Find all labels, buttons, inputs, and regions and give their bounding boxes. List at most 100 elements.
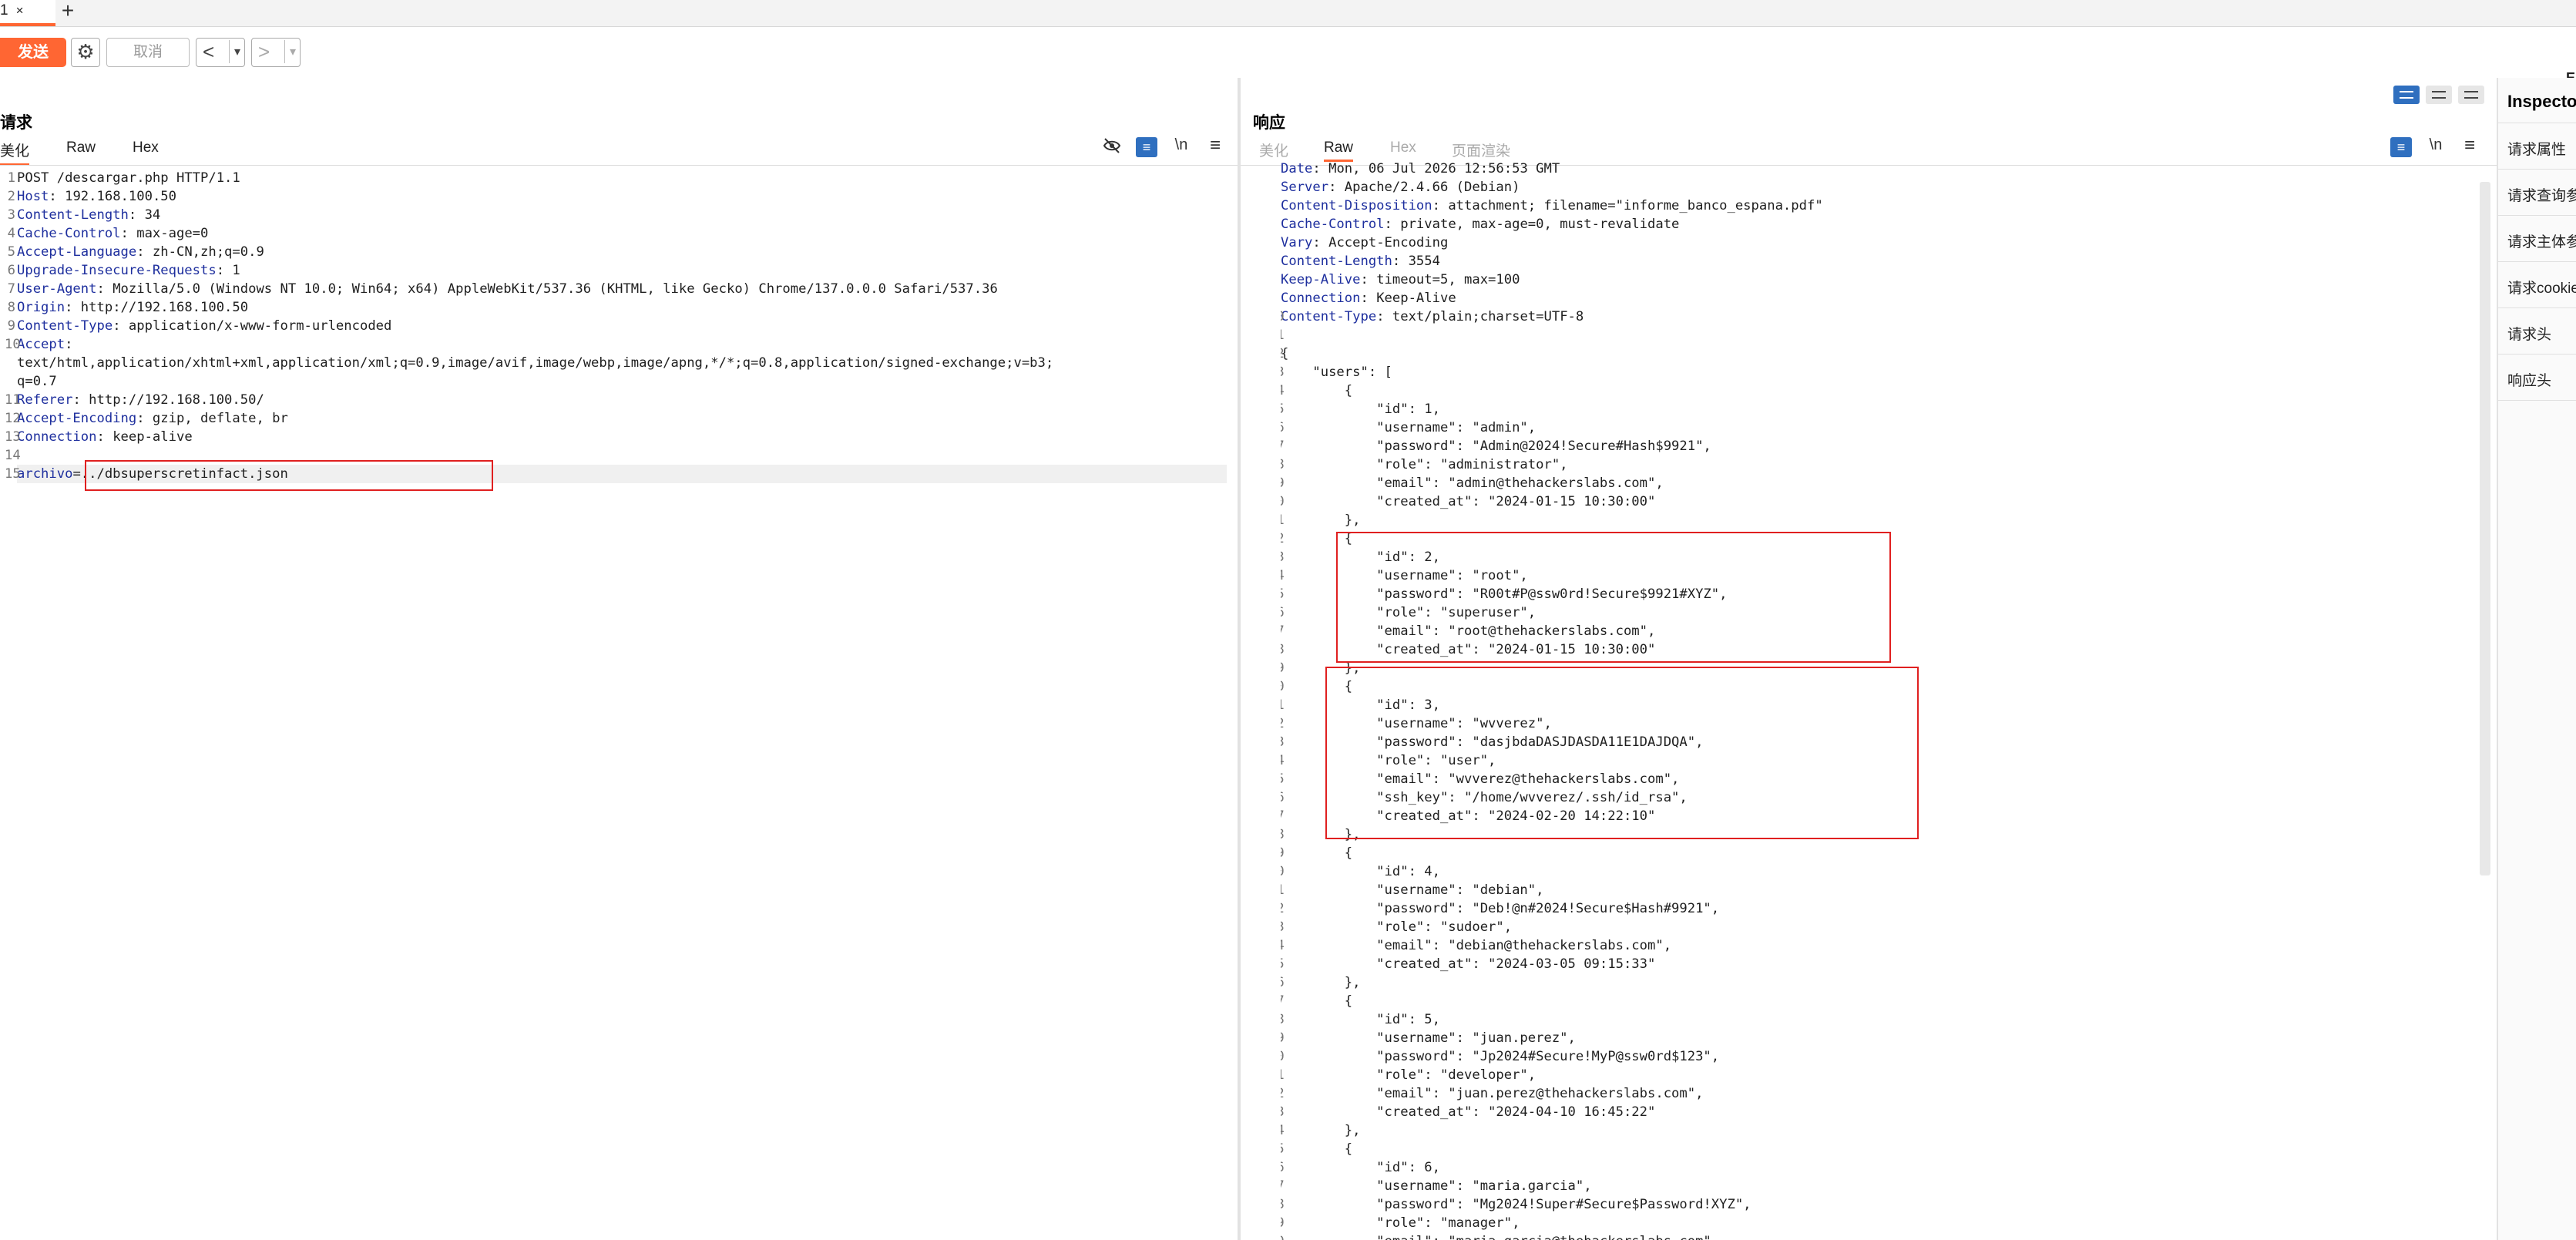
cancel-button[interactable]: 取消 [106,38,190,67]
wrap-lines-icon[interactable]: ≡ [1136,137,1157,157]
divider [0,165,1238,166]
colon: : [136,244,145,260]
layout-tabs-icon[interactable] [2458,86,2484,104]
tab-hex[interactable]: Hex [133,139,159,156]
header-name: Cache-Control [1281,217,1385,232]
line-number: 1 [7,170,15,186]
response-title: 响应 [1253,114,1285,132]
request-tab-1[interactable]: 1 × [0,0,55,26]
line-number: 8 [7,300,15,315]
line-text: POST /descargar.php HTTP/1.1 [17,170,240,186]
colon: : [96,281,105,297]
inspector-request-cookies[interactable]: 请求cookie [2507,277,2576,297]
tab-raw[interactable]: Raw [66,139,96,156]
wrap-lines-icon[interactable]: ≡ [2390,137,2412,157]
code-line: 4Content-Disposition: attachment; filena… [1281,197,2475,215]
inspector-body-params[interactable]: 请求主体参数 [2507,230,2576,251]
header-name: Accept-Language [17,244,137,260]
header-name: Content-Length [1281,254,1392,269]
inspector-request-headers[interactable]: 请求头 [2507,323,2551,344]
inspector-response-headers[interactable]: 响应头 [2507,369,2551,390]
inspector-query-params[interactable]: 请求查询参数 [2507,184,2576,205]
send-button[interactable]: 发送 [0,38,66,67]
line-text: attachment; filename="informe_banco_espa… [1439,198,1823,213]
line-text: { [1281,845,1353,861]
code-line: 19 "email": "admin@thehackerslabs.com", [1281,474,2475,492]
code-line: 8 Origin: http://192.168.100.50 [8,298,1227,317]
inspector-title: Inspector [2507,92,2576,111]
colon: : [1312,161,1321,176]
line-number: 13 [5,429,21,445]
line-text: "email": "admin@thehackerslabs.com", [1281,476,1664,491]
line-text: "password": "Deb!@n#2024!Secure$Hash#992… [1281,901,1720,916]
line-text: "role": "administrator", [1281,457,1568,472]
line-text: application/x-www-form-urlencoded [120,318,392,334]
colon: : [1328,180,1337,195]
line-number: 2 [7,189,15,204]
line-text: Apache/2.4.66 (Debian) [1336,180,1520,195]
header-name: Referer [17,392,73,408]
request-editor[interactable]: 1 POST /descargar.php HTTP/1.1 2 Host: 192.… [5,169,1227,483]
response-scrollbar[interactable] [2480,182,2490,875]
header-name: Content-Length [17,207,129,223]
menu-icon[interactable]: ≡ [2458,135,2481,156]
line-text: max-age=0 [128,226,209,241]
code-line: 21 }, [1281,511,2475,529]
close-tab-icon[interactable]: × [16,2,24,19]
code-line: 14 { [1281,381,2475,400]
line-text: "password": "Mg2024!Super#Secure$Passwor… [1281,1197,1751,1212]
code-line: 51 "role": "developer", [1281,1066,2475,1084]
line-text: "email": "maria.garcia@thehackerslabs.co… [1281,1234,1719,1240]
line-text: "id": 5, [1281,1012,1440,1027]
tab-raw[interactable]: Raw [1324,139,1354,162]
code-line: 9 Content-Type: application/x-www-form-ur… [8,317,1227,335]
code-line: 43 "role": "sudoer", [1281,918,2475,936]
code-line: 10 Accept: [5,335,1227,354]
layout-columns-icon[interactable] [2393,86,2420,104]
code-line: 45 "created_at": "2024-03-05 09:15:33" [1281,955,2475,973]
layout-rows-icon[interactable] [2426,86,2452,104]
divider [2498,169,2576,170]
highlight-box [85,460,493,491]
line-text: Keep-Alive [1368,291,1456,306]
inspector-request-attributes[interactable]: 请求属性 [2507,138,2566,159]
code-line: 53 "created_at": "2024-04-10 16:45:22" [1281,1103,2475,1121]
line-text: q=0.7 [17,374,57,389]
code-line: 56 "id": 6, [1281,1158,2475,1177]
colon: : [1360,291,1369,306]
line-text: "role": "manager", [1281,1215,1520,1231]
colon: : [96,429,105,445]
line-text: "username": "debian", [1281,882,1544,898]
tab-bar [0,0,2576,27]
code-line: 4 Cache-Control: max-age=0 [8,224,1227,243]
tab-pretty[interactable]: 美化 [0,139,30,166]
hide-nonprintable-icon[interactable] [1100,136,1123,160]
back-button[interactable]: < ▾ [196,38,245,67]
colon: : [1384,217,1392,232]
divider [2498,215,2576,216]
line-text: zh-CN,zh;q=0.9 [144,244,264,260]
newline-toggle-icon[interactable]: \n [2424,136,2447,154]
divider [2498,261,2576,262]
code-line: 6Vary: Accept-Encoding [1281,234,2475,252]
line-text: "created_at": "2024-01-15 10:30:00" [1281,494,1656,509]
forward-button[interactable]: > ▾ [251,38,301,67]
line-number: 7 [7,281,15,297]
header-name: Origin [17,300,65,315]
gear-icon[interactable]: ⚙ [71,38,100,67]
tab-render[interactable]: 页面渲染 [1452,139,1510,160]
tab-pretty[interactable]: 美化 [1259,139,1288,160]
code-line: 13 "users": [ [1281,363,2475,381]
chevron-down-icon[interactable]: ▾ [229,40,240,63]
new-tab-button[interactable]: + [55,0,80,23]
menu-icon[interactable]: ≡ [1204,135,1227,156]
line-number: 11 [5,392,21,408]
chevron-down-icon[interactable]: ▾ [284,40,296,63]
newline-toggle-icon[interactable]: \n [1170,136,1193,154]
code-line: 2 Host: 192.168.100.50 [8,187,1227,206]
chevron-right-icon: > [258,40,270,63]
code-line: 8Keep-Alive: timeout=5, max=100 [1281,271,2475,289]
line-number: 14 [5,448,21,463]
line-text: 3554 [1400,254,1440,269]
tab-hex[interactable]: Hex [1390,139,1416,156]
